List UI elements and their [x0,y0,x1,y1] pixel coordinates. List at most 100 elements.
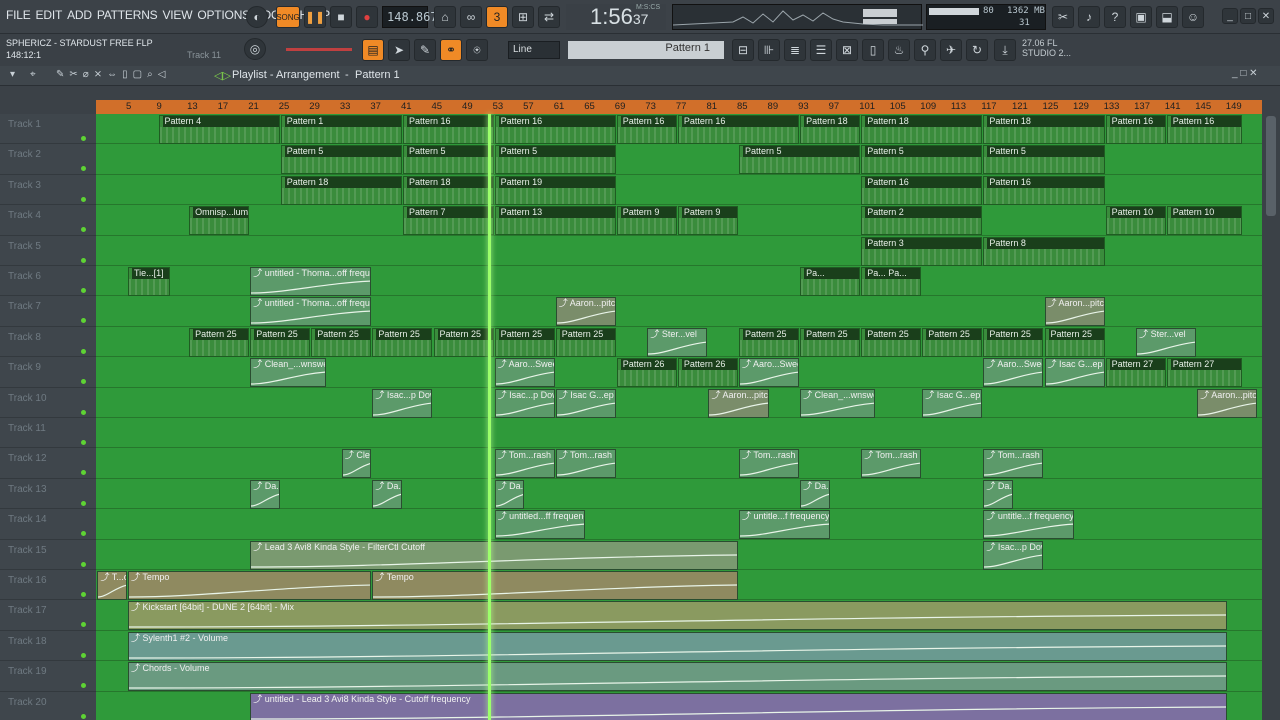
track-header[interactable]: Track 9 [0,357,96,388]
automation-clip[interactable]: ⤴ untitled - Thoma...off frequency [250,297,372,327]
remote-icon[interactable]: ✈ [940,39,962,61]
timeline-ruler[interactable]: 5 9 13 17 21 25 29 33 37 41 45 49 53 57 61 65 69 73 77 81 85… [96,86,1262,114]
pattern-clip[interactable]: Pattern 5 [402,145,494,175]
playlist-menu-icon[interactable]: ▾ [10,69,15,80]
pattern-clip[interactable]: Pattern 5 [280,145,402,175]
bar-number[interactable]: 93 [798,101,809,112]
track-mute-led[interactable] [81,166,86,172]
pattern-clip[interactable]: Pattern 5 [983,145,1105,175]
pattern-clip[interactable]: Pattern 5 [494,145,616,175]
bar-number[interactable]: 121 [1012,101,1028,112]
bar-number[interactable]: 81 [706,101,717,112]
pattern-clip[interactable]: Pattern 18 [280,175,402,205]
browser-icon[interactable]: ☰ [810,39,832,61]
pattern-clip[interactable]: Pattern 9 [616,206,677,236]
pattern-clip[interactable]: Tie...[1] [128,267,170,296]
bar-number[interactable]: 5 [126,101,131,112]
automation-clip[interactable]: ⤴ Isac G...ep Up [1044,358,1105,388]
track-mute-led[interactable] [81,196,86,202]
track-header[interactable]: Track 8 [0,327,96,358]
pattern-clip[interactable]: Pattern 1 [280,115,402,144]
track-header[interactable]: Track 19 [0,661,96,692]
loop-record-icon[interactable]: ⇄ [538,6,560,28]
horizontal-scrollbar[interactable] [96,86,1262,100]
track-header[interactable]: Track 1 [0,114,96,145]
track-header[interactable]: Track 10 [0,388,96,418]
close-icon[interactable]: ✕ [1258,8,1274,24]
automation-clip[interactable]: ⤴ Isac...p Down [372,388,433,418]
pattern-clip[interactable]: Pattern 16 [983,175,1105,205]
automation-clip[interactable]: ⤴ Isac G...ep Up [922,388,983,418]
playlist-tools-icons[interactable]: ✎✂⌀⨯⇔▯▢⌕◁ [56,69,170,80]
pattern-clip[interactable]: Pattern 10 [1105,206,1166,236]
maximize-icon[interactable]: □ [1240,8,1256,24]
arrow-icon[interactable]: ➤ [388,39,410,61]
track-mute-led[interactable] [81,348,86,354]
automation-clip[interactable]: ⤴ Clean_...wnsweep [250,358,326,388]
automation-clip[interactable]: ⤴ Tom...rash [739,449,800,479]
automation-clip[interactable]: ⤴ Kickstart [64bit] - DUNE 2 [64bit] - M… [128,601,1227,631]
playlist-pattern[interactable]: Pattern 1 [355,69,400,81]
vertical-scroll-thumb[interactable] [1266,116,1276,216]
track-lane[interactable] [96,509,1262,540]
pattern-clip[interactable]: Pattern 18 [800,115,861,144]
track-mute-led[interactable] [81,592,86,597]
track-header[interactable]: Track 20 [0,692,96,720]
automation-clip[interactable]: ⤴ Aaro...Sweep [494,358,555,388]
pattern-song-knob[interactable]: ◐ [246,6,268,28]
track-mute-led[interactable] [81,409,86,415]
render-icon[interactable]: ⬓ [1156,6,1178,28]
chat-icon[interactable]: ☺ [1182,6,1204,28]
automation-clip[interactable]: ⤴ Aaron...pitch [1044,297,1105,327]
bar-number[interactable]: 29 [309,101,320,112]
bar-number[interactable]: 101 [859,101,875,112]
magnet-icon[interactable]: ⌖ [30,69,36,80]
track-header[interactable]: Track 2 [0,144,96,175]
pattern-clip[interactable]: Pattern 9 [677,206,738,236]
arrangement-grid[interactable]: Pattern 4 Pattern 1 Pattern 16 Pattern 16 Pa… [96,114,1262,720]
bar-number[interactable]: 65 [584,101,595,112]
save-icon[interactable]: ▣ [1130,6,1152,28]
track-header[interactable]: Track 18 [0,631,96,662]
pattern-clip[interactable]: Pattern 16 [402,115,494,144]
bar-number[interactable]: 73 [645,101,656,112]
bar-number[interactable]: 9 [157,101,162,112]
automation-clip[interactable]: ⤴ Da...t [250,479,280,509]
download-icon[interactable]: ⤓ [994,39,1016,61]
bar-number[interactable]: 37 [370,101,381,112]
pattern-clip[interactable]: Pattern 5 [739,145,861,175]
pattern-clip[interactable]: Pattern 25 [922,327,983,357]
automation-clip[interactable]: ⤴ Da...t [800,479,830,509]
pattern-clip[interactable]: Pa... Pa... [861,267,922,296]
pattern-clip[interactable]: Pattern 25 [494,327,555,357]
track-header[interactable]: Track 5 [0,236,96,266]
step-edit-icon[interactable]: ⊞ [512,6,534,28]
automation-clip[interactable]: ⤴ Tom...rash [494,449,555,479]
piano-roll-icon[interactable]: ≣ [784,39,806,61]
pattern-selector[interactable]: Pattern 1 [568,41,724,59]
automation-clip[interactable]: ⤴ untitle...f frequency [983,510,1075,540]
automation-clip[interactable]: ⤴ Isac...p Down [983,540,1044,570]
menu-patterns[interactable]: PATTERNS [97,8,158,22]
track-header[interactable]: Track 15 [0,540,96,570]
pattern-clip[interactable]: Pattern 25 [983,327,1044,357]
bar-number[interactable]: 17 [218,101,229,112]
pattern-clip[interactable]: Pattern 16 [1166,115,1243,144]
pattern-clip[interactable]: Pattern 16 [494,115,616,144]
vertical-scrollbar[interactable] [1262,86,1280,720]
track-header[interactable]: Track 16 [0,570,96,601]
track-header[interactable]: Track 17 [0,600,96,631]
track-mute-led[interactable] [81,318,86,324]
pencil-icon[interactable]: ✎ [414,39,436,61]
stamp-icon[interactable]: ⍟ [466,39,488,61]
menu-edit[interactable]: EDIT [36,8,63,22]
automation-clip[interactable]: ⤴ T...o [97,571,127,600]
automation-clip[interactable]: ⤴ Da...t [372,479,402,509]
snap-select[interactable]: Line [508,41,560,59]
pattern-clip[interactable]: Pattern 4 [158,115,280,144]
bar-number[interactable]: 61 [554,101,565,112]
automation-clip[interactable]: ⤴ Aaron...pitch [1197,388,1258,418]
bar-number[interactable]: 49 [462,101,473,112]
track-mute-led[interactable] [81,470,86,476]
cut-icon[interactable]: ✂ [1052,6,1074,28]
